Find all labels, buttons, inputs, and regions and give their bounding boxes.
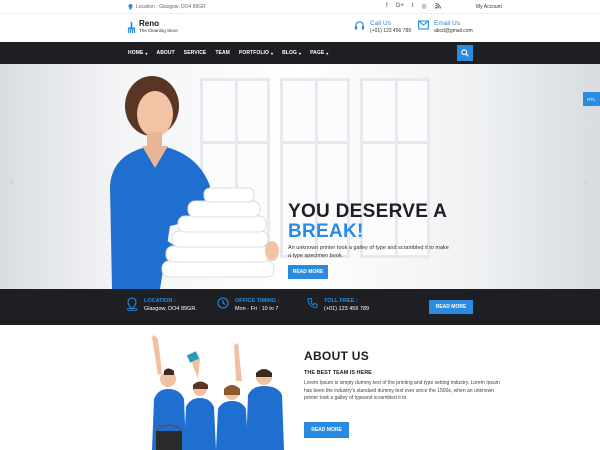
info-timing-value: Mon - Fri : 10 to 7 — [235, 306, 279, 312]
clock-icon — [217, 297, 229, 309]
header: Reno The Cleaning Store Call Us (+01) 12… — [0, 14, 600, 42]
rtl-toggle-tab[interactable]: RTL — [583, 92, 600, 106]
map-pin-icon — [128, 4, 133, 10]
hero-description: An unknown printer took a galley of type… — [288, 245, 449, 259]
about-description: Lorem Ipsum is simply dummy text of the … — [304, 380, 500, 401]
call-us-number[interactable]: (+01) 123 456 789 — [370, 28, 411, 35]
broom-logo-icon — [127, 21, 136, 33]
about-section: ABOUT US THE BEST TEAM IS HERE Lorem Ips… — [0, 325, 600, 450]
info-timing-title: OFFICE TIMING : — [235, 298, 280, 304]
window-decor — [360, 78, 430, 258]
location-text: Location : Glasgow, DO4 89GR — [136, 4, 206, 10]
info-location-value: Glasgow, DO4 89GR. — [144, 306, 197, 312]
nav-item-home[interactable]: HOME ▾ — [128, 50, 148, 56]
info-read-more-button[interactable]: READ MORE — [429, 300, 473, 314]
brand-name: Reno — [139, 19, 159, 28]
top-bar: Location : Glasgow, DO4 89GR f G+ t ◎ My… — [0, 0, 600, 14]
call-us-block: Call Us (+01) 123 456 789 — [354, 20, 411, 35]
info-location-title: LOCATION : — [144, 298, 176, 304]
hero-read-more-button[interactable]: READ MORE — [288, 265, 328, 279]
chevron-down-icon: ▾ — [326, 50, 329, 56]
map-marker-icon — [126, 297, 138, 311]
facebook-icon[interactable]: f — [386, 3, 388, 11]
nav-item-team[interactable]: TEAM — [215, 50, 230, 56]
brand-tagline: The Cleaning Store — [139, 28, 178, 33]
search-icon — [461, 49, 469, 57]
about-read-more-button[interactable]: READ MORE — [304, 422, 349, 438]
info-toll-free-value[interactable]: (+01) 123 456 789 — [324, 305, 369, 314]
search-button[interactable] — [457, 45, 473, 61]
email-address[interactable]: abcd@gmail.com — [434, 28, 473, 35]
email-us-block: Email Us abcd@gmail.com — [418, 20, 473, 35]
phone-icon — [307, 297, 318, 309]
about-title: ABOUT US — [304, 349, 370, 363]
about-subtitle: THE BEST TEAM IS HERE — [304, 370, 372, 376]
slider-next-icon[interactable]: › — [584, 176, 587, 187]
info-toll-free-title: TOLL FREE : — [324, 298, 358, 304]
twitter-icon[interactable]: t — [412, 3, 414, 11]
nav-item-portfolio[interactable]: PORTFOLIO ▾ — [239, 50, 273, 56]
social-links: f G+ t ◎ — [386, 3, 441, 11]
info-bar: LOCATION : Glasgow, DO4 89GR. OFFICE TIM… — [0, 289, 600, 325]
my-account-link[interactable]: My Account — [476, 4, 502, 10]
hero-title-line2: BREAK! — [288, 221, 364, 242]
headset-icon — [354, 21, 365, 30]
rss-icon[interactable] — [435, 3, 441, 11]
chevron-down-icon: ▾ — [298, 50, 302, 56]
info-timing: OFFICE TIMING : Mon - Fri : 10 to 7 — [217, 297, 279, 314]
hero-title-line1: YOU DESERVE A — [288, 201, 448, 222]
chevron-down-icon: ▾ — [271, 50, 274, 56]
google-plus-icon[interactable]: G+ — [396, 3, 404, 11]
location-info: Location : Glasgow, DO4 89GR — [128, 4, 206, 10]
nav-item-blog[interactable]: BLOG ▾ — [282, 50, 301, 56]
team-photo — [152, 335, 284, 450]
slider-prev-icon[interactable]: ‹ — [10, 176, 13, 187]
instagram-icon[interactable]: ◎ — [422, 3, 427, 11]
logo[interactable]: Reno The Cleaning Store — [127, 20, 178, 34]
chevron-down-icon: ▾ — [145, 50, 148, 56]
envelope-icon — [418, 20, 429, 30]
main-nav: HOME ▾ ABOUT SERVICE TEAM PORTFOLIO ▾ BLOG… — [0, 42, 600, 64]
info-toll-free: TOLL FREE : (+01) 123 456 789 — [307, 297, 369, 314]
nav-item-page[interactable]: PAGE ▾ — [310, 50, 328, 56]
nav-item-about[interactable]: ABOUT — [157, 50, 175, 56]
email-us-title: Email Us — [434, 20, 461, 27]
info-location: LOCATION : Glasgow, DO4 89GR. — [126, 297, 197, 314]
cleaning-woman-image — [110, 76, 279, 289]
nav-item-service[interactable]: SERVICE — [184, 50, 207, 56]
hero-slider: ‹ › YOU DESERVE A BREAK! An unknown prin… — [0, 64, 600, 289]
call-us-title: Call Us — [370, 20, 391, 27]
